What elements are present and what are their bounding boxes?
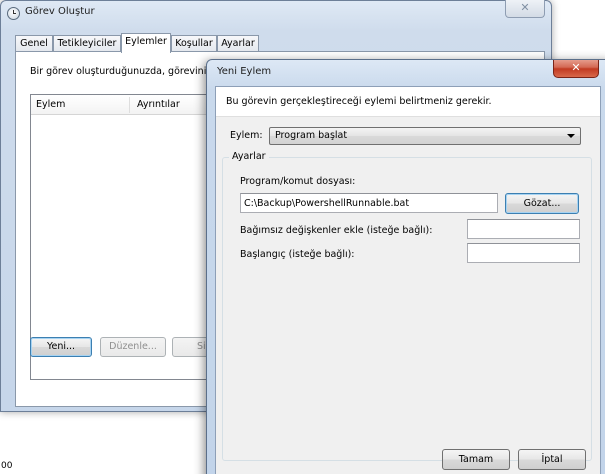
column-header-details[interactable]: Ayrıntılar (137, 99, 180, 110)
program-label: Program/komut dosyası: (240, 176, 356, 187)
column-header-action[interactable]: Eylem (36, 99, 65, 110)
browse-button[interactable]: Gözat... (505, 193, 579, 214)
create-task-close-button[interactable]: ✕ (505, 0, 545, 18)
tab-actions[interactable]: Eylemler (121, 33, 171, 53)
tab-triggers[interactable]: Tetikleyiciler (53, 35, 121, 52)
create-task-title: Görev Oluştur (25, 6, 95, 17)
status-fragment: 00 (1, 461, 13, 471)
edit-action-button[interactable]: Düzenle... (100, 337, 166, 357)
start-in-label: Başlangıç (isteğe bağlı): (240, 249, 355, 260)
settings-group: Ayarlar Program/komut dosyası: Gözat... … (222, 151, 592, 461)
actions-description: Bir görev oluşturduğunuzda, göreviniz b (30, 66, 221, 77)
new-action-title: Yeni Eylem (217, 66, 272, 77)
new-action-titlebar[interactable]: Yeni Eylem ✕ (207, 60, 605, 84)
tab-settings[interactable]: Ayarlar (217, 35, 259, 52)
chevron-down-icon (567, 134, 575, 138)
new-action-dialog: Yeni Eylem ✕ Bu görevin gerçekleştireceğ… (206, 59, 605, 474)
create-task-titlebar[interactable]: Görev Oluştur ✕ (1, 0, 551, 27)
settings-group-title: Ayarlar (229, 151, 269, 162)
action-type-select[interactable]: Program başlat (269, 127, 581, 145)
new-action-body: Bu görevin gerçekleştireceği eylemi beli… (215, 86, 601, 474)
arguments-input[interactable] (467, 219, 580, 239)
new-action-close-button[interactable]: ✕ (553, 60, 599, 78)
arguments-label: Bağımsız değişkenler ekle (isteğe bağlı)… (240, 225, 433, 236)
start-in-input[interactable] (467, 243, 580, 263)
new-action-description: Bu görevin gerçekleştireceği eylemi beli… (226, 96, 492, 107)
ok-button[interactable]: Tamam (442, 449, 510, 470)
action-type-value: Program başlat (275, 130, 348, 141)
new-action-button[interactable]: Yeni... (30, 337, 92, 357)
tab-general[interactable]: Genel (15, 35, 53, 52)
cancel-button[interactable]: İptal (518, 449, 586, 470)
program-input[interactable] (240, 193, 498, 213)
new-action-header: Bu görevin gerçekleştireceği eylemi beli… (216, 87, 600, 117)
actions-list-header: Eylem Ayrıntılar (31, 95, 229, 115)
task-scheduler-clock-icon (7, 7, 20, 20)
tab-conditions[interactable]: Koşullar (171, 35, 217, 52)
column-separator[interactable] (129, 97, 130, 113)
action-type-label: Eylem: (230, 130, 263, 141)
